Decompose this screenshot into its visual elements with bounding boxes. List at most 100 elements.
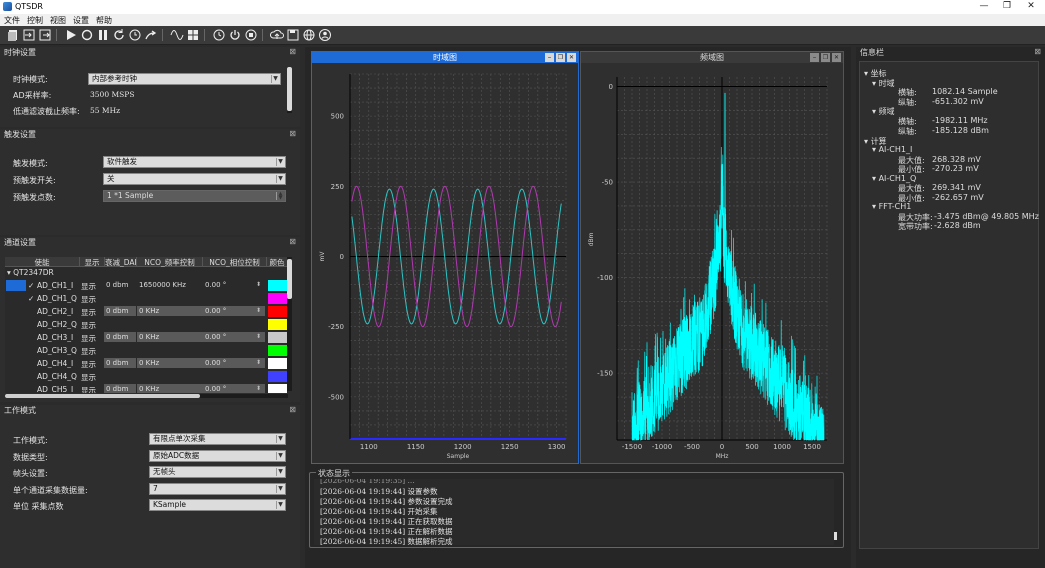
horizontal-scrollbar[interactable] bbox=[5, 394, 288, 398]
close-button[interactable]: ✕ bbox=[1024, 1, 1038, 11]
history-icon[interactable] bbox=[212, 28, 226, 42]
table-row[interactable]: ✓ AD_CH1_Q 显示 bbox=[5, 292, 288, 305]
pre-trigger-switch-combo[interactable]: 关 ▼ bbox=[103, 173, 286, 185]
nco-freq-field[interactable]: 0 KHz bbox=[137, 332, 203, 342]
minimize-chart-button[interactable]: – bbox=[810, 53, 819, 62]
stop-icon[interactable] bbox=[244, 28, 258, 42]
show-toggle[interactable]: 显示 bbox=[81, 385, 96, 393]
table-row[interactable]: AD_CH5_I 显示 0 dbm 0 KHz 0.00 ° ⬍ bbox=[5, 383, 288, 393]
channel-color-swatch[interactable] bbox=[268, 345, 287, 356]
menu-settings[interactable]: 设置 bbox=[73, 15, 89, 26]
time-domain-chart[interactable]: -500 -250 0 250 500 1100 1150 1200 1250 1300 Sampl… bbox=[312, 64, 578, 463]
import-icon[interactable] bbox=[22, 28, 36, 42]
channel-color-swatch[interactable] bbox=[268, 371, 287, 382]
atten-field[interactable]: 0 dbm bbox=[104, 306, 136, 316]
upload-icon[interactable] bbox=[269, 28, 284, 42]
minimize-button[interactable]: — bbox=[977, 1, 991, 11]
table-row[interactable]: AD_CH2_Q 显示 bbox=[5, 318, 288, 331]
channel-color-swatch[interactable] bbox=[268, 280, 287, 291]
channel-color-swatch[interactable] bbox=[268, 358, 287, 369]
table-row[interactable]: AD_CH4_I 显示 0 dbm 0 KHz 0.00 ° ⬍ bbox=[5, 357, 288, 370]
show-toggle[interactable]: 显示 bbox=[81, 359, 96, 370]
table-row[interactable]: AD_CH3_I 显示 0 dbm 0 KHz 0.00 ° ⬍ bbox=[5, 331, 288, 344]
show-toggle[interactable]: 显示 bbox=[81, 307, 96, 318]
table-row[interactable]: AD_CH4_Q 显示 bbox=[5, 370, 288, 383]
tree-ch-q[interactable]: ▾ AI-CH1_Q bbox=[872, 174, 916, 183]
freq-domain-tab-title[interactable]: 频域图 bbox=[581, 52, 843, 63]
channel-color-swatch[interactable] bbox=[268, 293, 287, 304]
grid-icon[interactable] bbox=[186, 28, 200, 42]
wave-icon[interactable] bbox=[170, 28, 184, 42]
time-domain-tab-title[interactable]: 时域图 bbox=[312, 52, 578, 63]
show-toggle[interactable]: 显示 bbox=[81, 346, 96, 357]
refresh-icon[interactable] bbox=[112, 28, 126, 42]
close-chart-button[interactable]: ✕ bbox=[567, 53, 576, 62]
nco-freq-field[interactable]: 0 KHz bbox=[137, 306, 203, 316]
play-icon[interactable] bbox=[64, 28, 78, 42]
clock-settings-icon[interactable] bbox=[128, 28, 142, 42]
atten-field[interactable]: 0 dbm bbox=[104, 280, 136, 290]
minimize-chart-button[interactable]: – bbox=[545, 53, 554, 62]
menu-view[interactable]: 视图 bbox=[50, 15, 66, 26]
log-scroll-thumb[interactable] bbox=[834, 532, 837, 540]
scrollbar[interactable] bbox=[287, 67, 292, 113]
enable-checkbox-icon[interactable]: ✓ bbox=[28, 294, 34, 303]
enable-checkbox-icon[interactable]: ✓ bbox=[28, 281, 34, 290]
atten-field[interactable]: 0 dbm bbox=[104, 384, 136, 393]
clock-mode-combo[interactable]: 内部参考时钟 ▼ bbox=[88, 73, 281, 85]
export-icon[interactable] bbox=[38, 28, 52, 42]
loop-icon[interactable] bbox=[80, 28, 94, 42]
table-row[interactable]: AD_CH2_I 显示 0 dbm 0 KHz 0.00 ° ⬍ bbox=[5, 305, 288, 318]
menu-help[interactable]: 帮助 bbox=[96, 15, 112, 26]
freq-domain-chart[interactable]: -150-100-500-1500 -1000 -500 0 500 1000 1500MH… bbox=[581, 64, 843, 463]
work-mode-combo[interactable]: 有限点单次采集 ▼ bbox=[149, 433, 286, 445]
channel-color-swatch[interactable] bbox=[268, 319, 287, 330]
panel-title: 时钟设置 bbox=[4, 48, 36, 57]
disk-icon[interactable] bbox=[286, 28, 300, 42]
restore-chart-button[interactable]: ❐ bbox=[556, 53, 565, 62]
tree-freq-domain[interactable]: ▾ 频域 bbox=[872, 106, 895, 117]
channel-color-swatch[interactable] bbox=[268, 332, 287, 343]
channel-color-swatch[interactable] bbox=[268, 306, 287, 317]
open-file-icon[interactable] bbox=[6, 28, 20, 42]
share-icon[interactable] bbox=[144, 28, 158, 42]
user-icon[interactable] bbox=[318, 28, 332, 42]
show-toggle[interactable]: 显示 bbox=[81, 320, 96, 331]
pre-trigger-points-spinbox[interactable]: 1 *1 Sample ▲ ▼ bbox=[103, 190, 286, 202]
device-tree-node[interactable]: ▾ QT2347DR bbox=[7, 268, 54, 277]
channel-color-swatch[interactable] bbox=[268, 384, 287, 393]
restore-chart-button[interactable]: ❐ bbox=[821, 53, 830, 62]
nco-freq-field[interactable]: 1650000 KHz bbox=[137, 280, 203, 290]
pause-icon[interactable] bbox=[96, 28, 110, 42]
trigger-mode-combo[interactable]: 软件触发 ▼ bbox=[103, 156, 286, 168]
panel-close-icon[interactable]: ⊠ bbox=[289, 405, 296, 414]
globe-icon[interactable] bbox=[302, 28, 316, 42]
tree-ch-i[interactable]: ▾ AI-CH1_I bbox=[872, 145, 912, 154]
atten-field[interactable]: 0 dbm bbox=[104, 332, 136, 342]
menu-file[interactable]: 文件 bbox=[4, 15, 20, 26]
show-toggle[interactable]: 显示 bbox=[81, 281, 96, 292]
atten-field[interactable]: 0 dbm bbox=[104, 358, 136, 368]
maximize-button[interactable]: ❐ bbox=[1000, 1, 1014, 11]
show-toggle[interactable]: 显示 bbox=[81, 372, 96, 383]
tree-fft[interactable]: ▾ FFT-CH1 bbox=[872, 202, 911, 211]
panel-close-icon[interactable]: ⊠ bbox=[289, 47, 296, 56]
nco-freq-field[interactable]: 0 KHz bbox=[137, 358, 203, 368]
panel-close-icon[interactable]: ⊠ bbox=[1034, 47, 1041, 56]
menu-control[interactable]: 控制 bbox=[27, 15, 43, 26]
table-row[interactable]: ✓ AD_CH1_I 显示 0 dbm 1650000 KHz 0.00 ° ⬍ bbox=[5, 279, 288, 292]
frame-header-combo[interactable]: 无帧头 ▼ bbox=[149, 466, 286, 478]
tree-time-domain[interactable]: ▾ 时域 bbox=[872, 78, 895, 89]
show-toggle[interactable]: 显示 bbox=[81, 333, 96, 344]
unit-points-combo[interactable]: KSample ▼ bbox=[149, 499, 286, 511]
show-toggle[interactable]: 显示 bbox=[81, 294, 96, 305]
vertical-scrollbar[interactable] bbox=[287, 257, 292, 391]
panel-close-icon[interactable]: ⊠ bbox=[289, 129, 296, 138]
panel-close-icon[interactable]: ⊠ bbox=[289, 237, 296, 246]
power-icon[interactable] bbox=[228, 28, 242, 42]
close-chart-button[interactable]: ✕ bbox=[832, 53, 841, 62]
data-type-combo[interactable]: 原始ADC数据 ▼ bbox=[149, 450, 286, 462]
table-row[interactable]: AD_CH3_Q 显示 bbox=[5, 344, 288, 357]
nco-freq-field[interactable]: 0 KHz bbox=[137, 384, 203, 393]
channel-data-size-combo[interactable]: 7 ▼ bbox=[149, 483, 286, 495]
